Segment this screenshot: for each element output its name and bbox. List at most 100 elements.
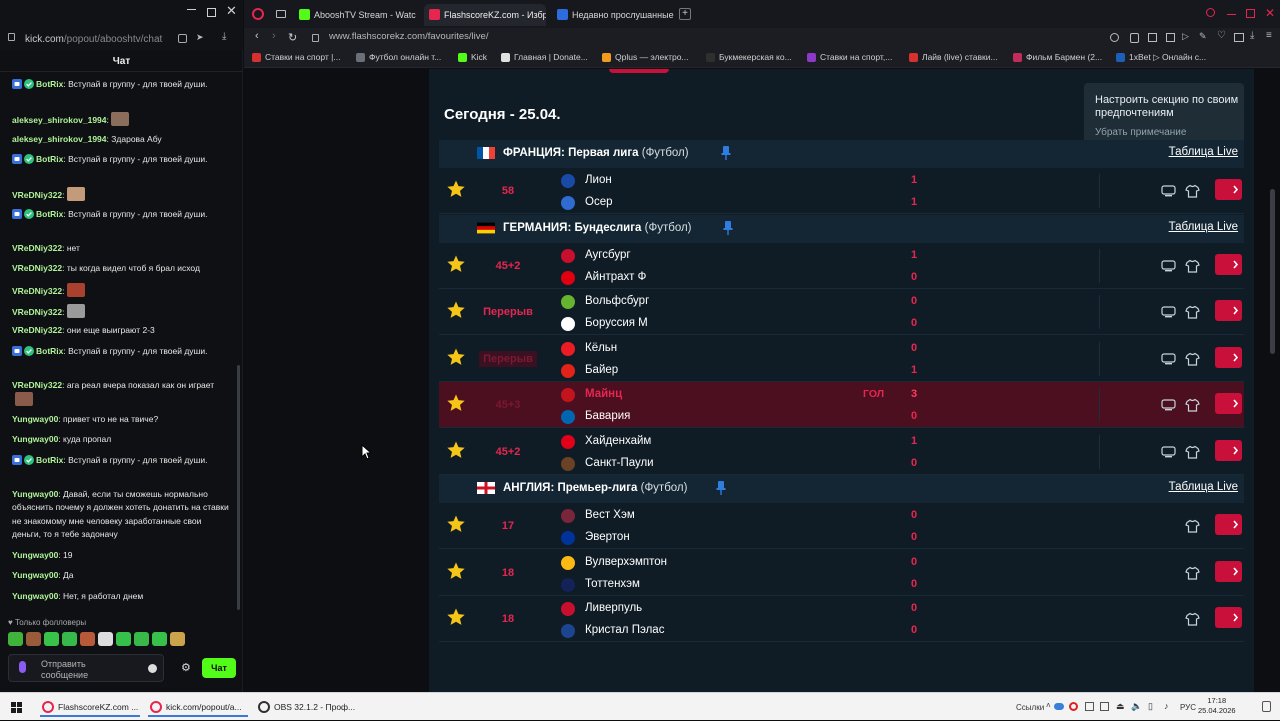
favourite-star-icon[interactable] <box>446 561 466 581</box>
match-details-button[interactable] <box>1215 393 1242 414</box>
reader-icon[interactable] <box>1166 33 1175 42</box>
emote[interactable] <box>134 632 149 646</box>
lineup-shirt-icon[interactable] <box>1185 519 1200 533</box>
shield-icon[interactable] <box>1130 33 1139 43</box>
emote[interactable] <box>62 632 77 646</box>
chat-address-bar[interactable]: kick.com/popout/abooshtv/chat ➤ ⤓ <box>0 28 243 50</box>
table-live-link[interactable]: Таблица Live <box>1169 146 1238 158</box>
search-tabs-icon[interactable] <box>1206 8 1215 17</box>
lineup-shirt-icon[interactable] <box>1185 612 1200 626</box>
chat-username[interactable]: VReDNiy322 <box>12 325 62 335</box>
match-row[interactable]: Перерыв Вольфсбург Боруссия М 0 0 <box>439 289 1244 335</box>
bookmark-item[interactable]: Главная | Donate... <box>501 52 588 62</box>
emote[interactable] <box>26 632 41 646</box>
lineup-shirt-icon[interactable] <box>1185 305 1200 319</box>
tv-icon[interactable] <box>1161 398 1176 412</box>
lineup-shirt-icon[interactable] <box>1185 184 1200 198</box>
chat-username[interactable]: VReDNiy322 <box>12 243 62 253</box>
tv-icon[interactable] <box>1161 184 1176 198</box>
emote[interactable] <box>98 632 113 646</box>
maximize-icon[interactable] <box>1246 9 1255 18</box>
emote[interactable] <box>80 632 95 646</box>
remove-tip-link[interactable]: Убрать примечание <box>1095 127 1244 140</box>
league-name[interactable]: АНГЛИЯ: Премьер-лига (Футбол) <box>503 482 687 494</box>
tv-icon[interactable] <box>1161 305 1176 319</box>
pin-icon[interactable] <box>721 145 731 161</box>
favourite-star-icon[interactable] <box>446 300 466 320</box>
download-icon[interactable]: ⤓ <box>1250 30 1254 41</box>
match-details-button[interactable] <box>1215 439 1242 461</box>
pin-icon[interactable]: ✎ <box>1199 31 1207 42</box>
chat-username[interactable]: BotRix <box>36 346 63 356</box>
taskbar-app[interactable]: FlashscoreKZ.com ... <box>40 697 140 717</box>
chat-message-list[interactable]: BotRix: Вступай в группу - для твоей душ… <box>0 75 236 610</box>
match-row[interactable]: 17 Вест Хэм Эвертон 0 0 <box>439 503 1244 549</box>
emote[interactable] <box>8 632 23 646</box>
send-icon[interactable]: ➤ <box>196 32 204 43</box>
wallet-icon[interactable] <box>1234 33 1244 42</box>
links-toolbar-label[interactable]: Ссылки <box>1016 703 1044 712</box>
chat-username[interactable]: Yungway00 <box>12 489 58 499</box>
forward-icon[interactable]: › <box>272 30 276 42</box>
match-row[interactable]: 18 Ливерпуль Кристал Пэлас 0 0 <box>439 596 1244 642</box>
match-details-button[interactable] <box>1215 253 1242 275</box>
page-scrollbar[interactable] <box>1270 189 1275 354</box>
chat-username[interactable]: Yungway00 <box>12 550 58 560</box>
chat-username[interactable]: VReDNiy322 <box>12 190 62 200</box>
browser-tab[interactable]: AbooshTV Stream - Watc <box>294 4 416 26</box>
settings-icon[interactable]: ⚙ <box>181 661 191 674</box>
chat-username[interactable]: BotRix <box>36 455 63 465</box>
download-icon[interactable]: ⤓ <box>222 31 226 42</box>
favourite-star-icon[interactable] <box>446 179 466 199</box>
chat-scrollbar[interactable] <box>237 365 240 610</box>
league-header[interactable]: ГЕРМАНИЯ: Бундеслига (Футбол) Таблица Liv… <box>439 214 1244 243</box>
league-name[interactable]: ФРАНЦИЯ: Первая лига (Футбол) <box>503 147 689 159</box>
chat-username[interactable]: VReDNiy322 <box>12 307 62 317</box>
chat-username[interactable]: Yungway00 <box>12 434 58 444</box>
match-details-button[interactable] <box>1215 514 1242 535</box>
clock[interactable]: 17:18 25.04.2026 <box>1198 696 1236 716</box>
match-details-button[interactable] <box>1215 346 1242 368</box>
menu-icon[interactable]: ≡ <box>1266 30 1272 41</box>
table-live-link[interactable]: Таблица Live <box>1169 481 1238 493</box>
minimize-icon[interactable] <box>1227 14 1236 15</box>
tv-icon[interactable] <box>1161 445 1176 459</box>
speaker-icon[interactable]: ♪ <box>1164 701 1169 711</box>
chat-username[interactable]: VReDNiy322 <box>12 263 62 273</box>
chat-username[interactable]: Yungway00 <box>12 414 58 424</box>
reload-icon[interactable]: ↻ <box>288 31 297 44</box>
bookmark-item[interactable]: Qplus — электро... <box>602 52 689 62</box>
bookmark-item[interactable]: Букмекерская ко... <box>706 52 792 62</box>
network-icon[interactable]: ▯ <box>1148 701 1153 712</box>
pin-icon[interactable] <box>723 220 733 236</box>
chat-url[interactable]: kick.com/popout/abooshtv/chat <box>25 34 162 45</box>
tab-overview-icon[interactable] <box>276 10 286 18</box>
league-header[interactable]: АНГЛИЯ: Премьер-лига (Футбол) Таблица Liv… <box>439 475 1244 503</box>
pin-icon[interactable] <box>716 480 726 496</box>
match-row[interactable]: Перерыв Кёльн Байер 0 1 <box>439 336 1244 382</box>
match-details-button[interactable] <box>1215 560 1242 582</box>
favourite-star-icon[interactable] <box>446 514 466 534</box>
bookmark-item[interactable]: Футбол онлайн т... <box>356 52 441 62</box>
emote[interactable] <box>116 632 131 646</box>
close-icon[interactable]: ✕ <box>1265 6 1275 20</box>
chat-username[interactable]: aleksey_shirokov_1994 <box>12 134 107 144</box>
favourite-star-icon[interactable] <box>446 440 466 460</box>
bookmark-item[interactable]: Kick <box>458 52 487 62</box>
favourite-star-icon[interactable] <box>446 347 466 367</box>
chat-message-input[interactable]: Отправить сообщение <box>8 654 164 682</box>
league-header[interactable]: ФРАНЦИЯ: Первая лига (Футбол) Таблица Liv… <box>439 140 1244 168</box>
tray-app-icon[interactable] <box>1085 702 1094 711</box>
notifications-icon[interactable] <box>1262 701 1271 712</box>
opera-logo-icon[interactable] <box>252 8 264 20</box>
bookmark-item[interactable]: Лайв (live) ставки... <box>909 52 998 62</box>
windows-start-icon[interactable] <box>11 702 22 713</box>
chat-send-button[interactable]: Чат <box>202 658 236 678</box>
bookmark-item[interactable]: Фильм Бармен (2... <box>1013 52 1102 62</box>
usb-icon[interactable]: ⏏ <box>1116 701 1125 712</box>
taskbar-app[interactable]: kick.com/popout/a... <box>148 697 248 717</box>
lineup-shirt-icon[interactable] <box>1185 566 1200 580</box>
play-icon[interactable]: ▷ <box>1182 31 1189 42</box>
chat-username[interactable]: Yungway00 <box>12 570 58 580</box>
match-row[interactable]: 45+2 Аугсбург Айнтрахт Ф 1 0 <box>439 243 1244 289</box>
